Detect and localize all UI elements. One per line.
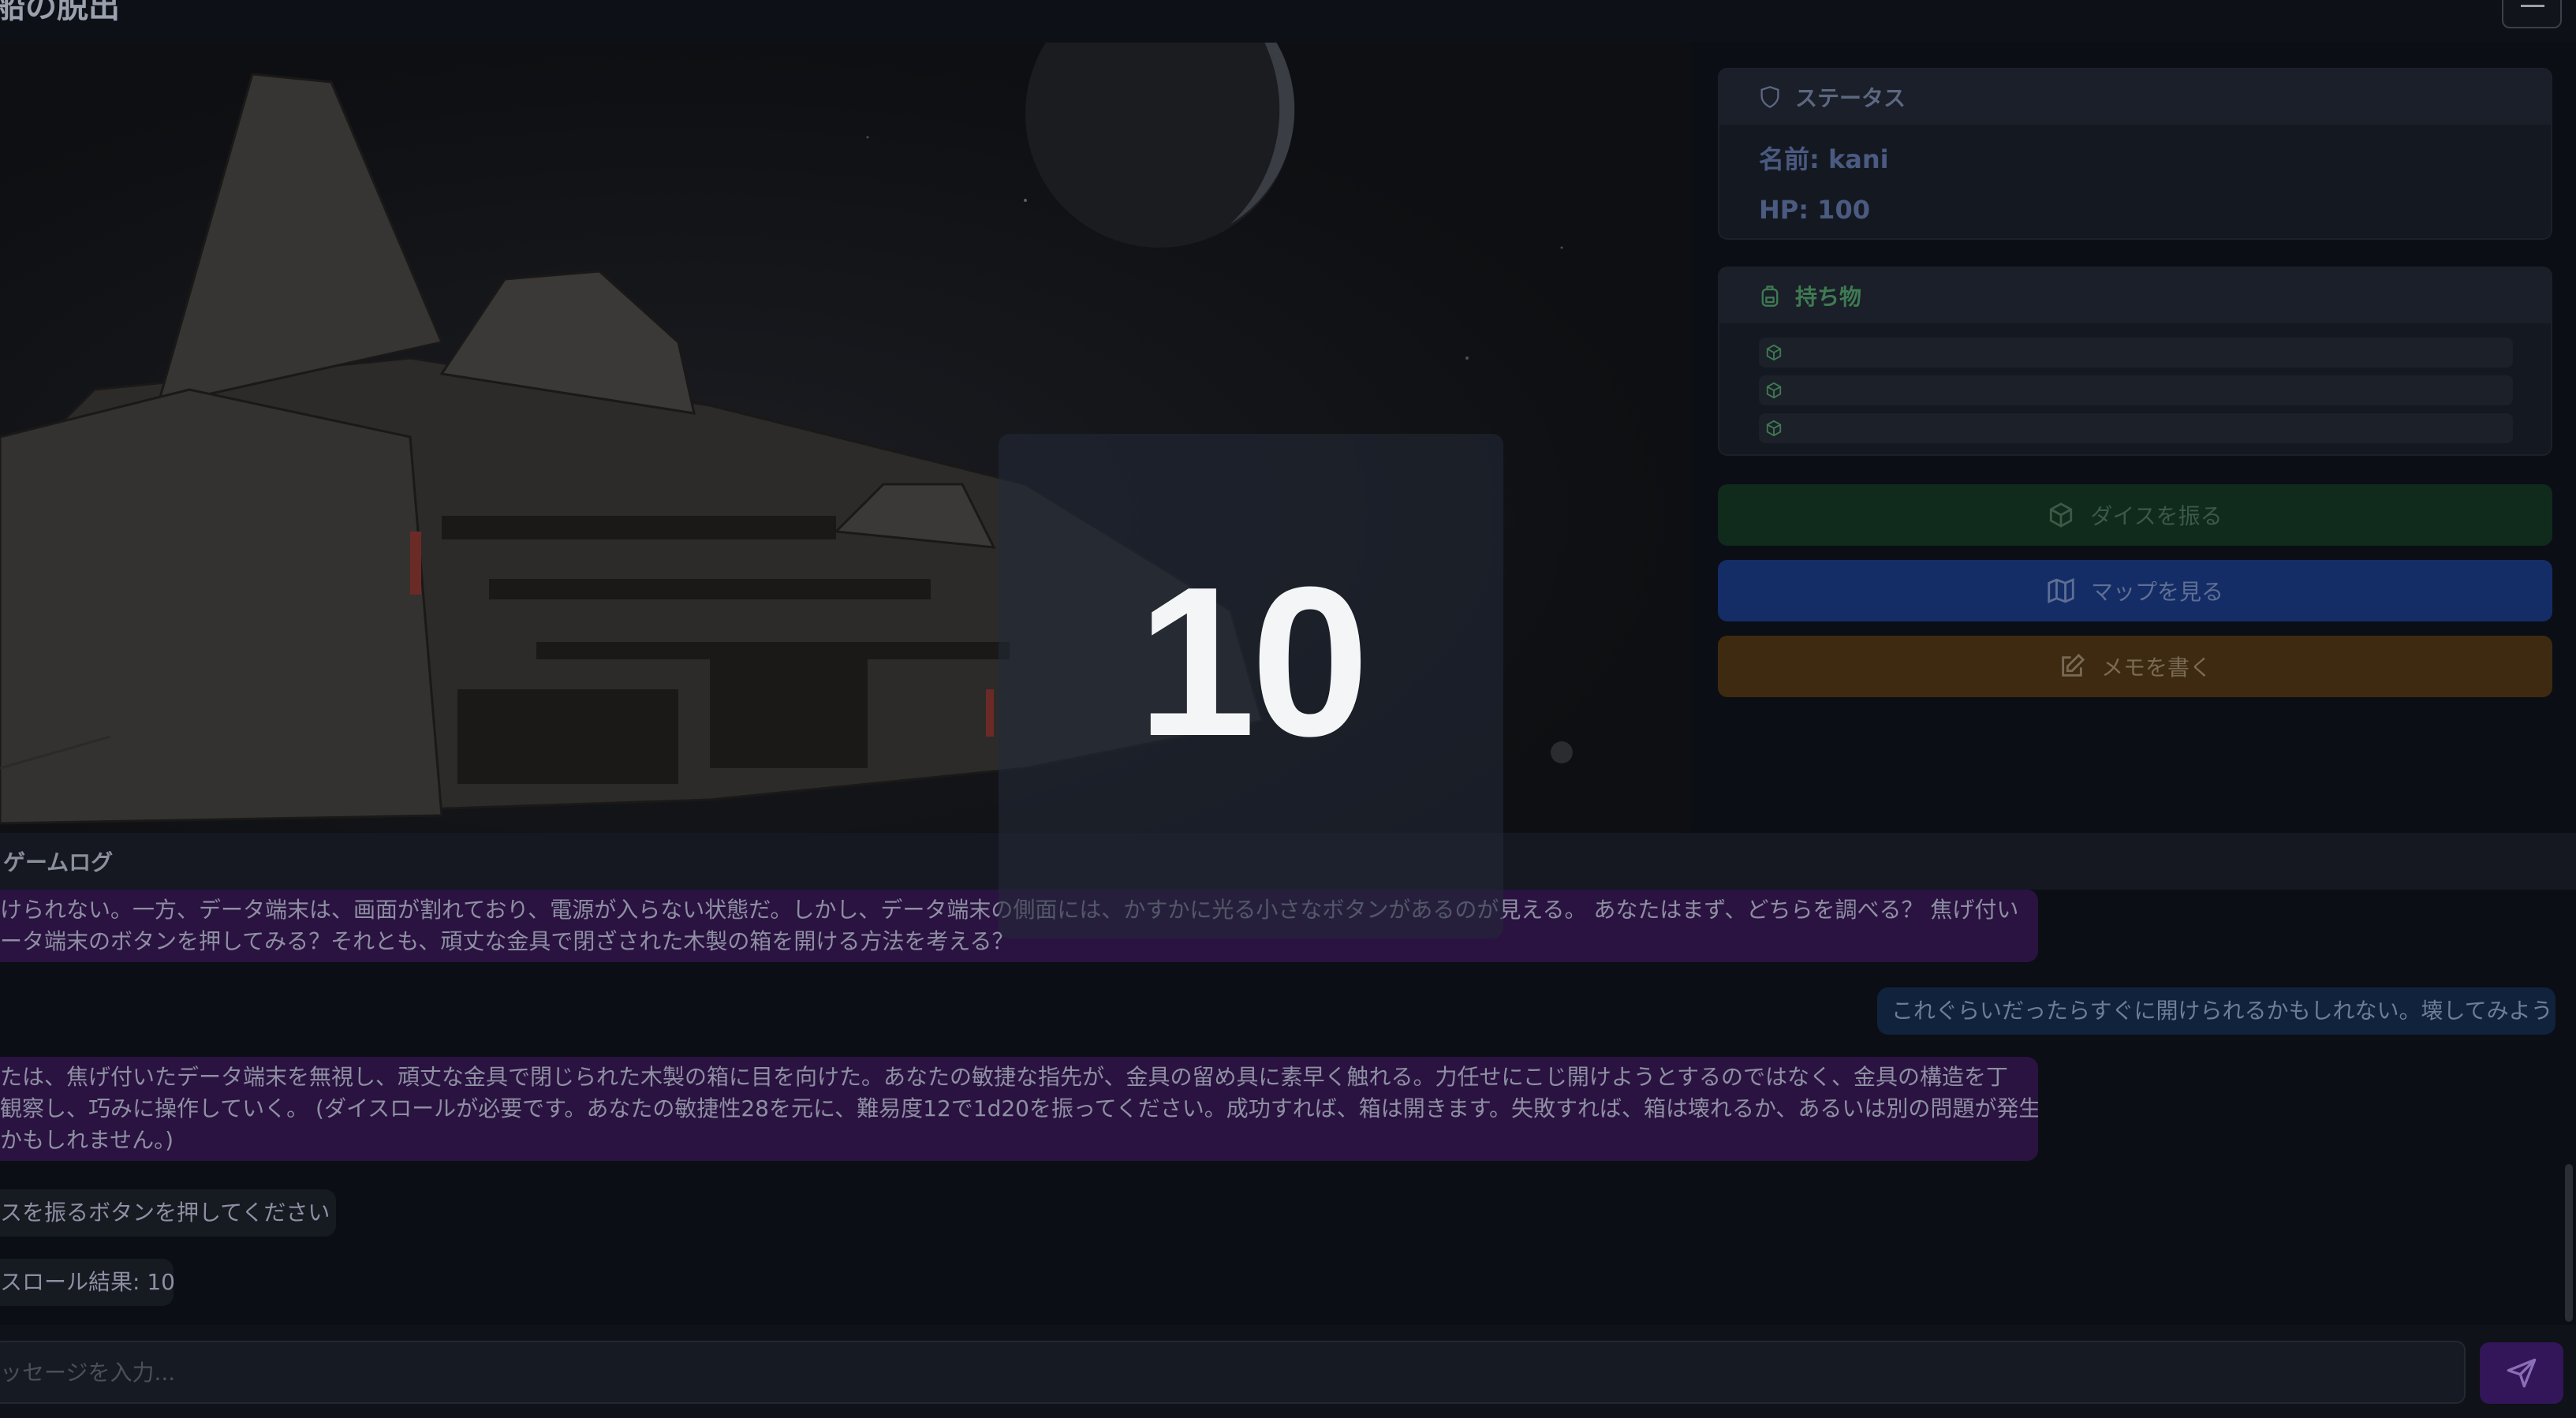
view-map-button[interactable]: マップを見る xyxy=(1718,560,2552,621)
box-icon xyxy=(1766,382,1782,399)
roll-dice-label: ダイスを振る xyxy=(2090,503,2223,529)
inventory-item[interactable] xyxy=(1759,338,2513,368)
write-memo-label: メモを書く xyxy=(2100,655,2212,681)
message-text: これぐらいだったらすぐに開けられるかもしれない。壊してみよう xyxy=(1891,998,2553,1024)
dice-icon xyxy=(2050,502,2073,528)
log-scrollbar[interactable] xyxy=(2565,1164,2573,1322)
game-log[interactable]: けられない。一方、データ端末は、画面が割れており、電源が入らない状態だ。しかし、… xyxy=(0,890,2576,1325)
send-icon xyxy=(2507,1358,2537,1388)
status-card: ステータス 名前: kani HP: 100 xyxy=(1718,68,2552,240)
user-message: これぐらいだったらすぐに開けられるかもしれない。壊してみよう xyxy=(1877,987,2555,1035)
inventory-card: 持ち物 xyxy=(1718,267,2552,456)
player-name: 名前: kani xyxy=(1759,144,1889,174)
edit-icon xyxy=(2062,653,2085,677)
map-icon xyxy=(2048,578,2074,603)
game-title: 船の脱出 xyxy=(0,0,120,25)
inventory-item[interactable] xyxy=(1759,413,2513,443)
dice-result-value: 10 xyxy=(1137,543,1369,781)
inventory-item[interactable] xyxy=(1759,375,2513,405)
menu-button[interactable] xyxy=(2502,0,2562,28)
ai-message: たは、焦げ付いたデータ端末を無視し、頑丈な金具で閉じられた木製の箱に目を向けた。… xyxy=(0,1057,2038,1161)
status-card-header: ステータス xyxy=(1719,69,2551,125)
dice-result-overlay: 10 xyxy=(999,434,1503,938)
header: 船の脱出 xyxy=(0,0,2576,43)
menu-icon xyxy=(2521,5,2544,7)
message-line: かもしれません。) xyxy=(0,1127,174,1153)
game-log-heading: ゲームログ xyxy=(3,849,114,875)
roll-dice-button[interactable]: ダイスを振る xyxy=(1718,484,2552,546)
write-memo-button[interactable]: メモを書く xyxy=(1718,636,2552,697)
inventory-card-header: 持ち物 xyxy=(1719,268,2551,323)
shield-icon xyxy=(1760,86,1779,108)
message-text: スを振るボタンを押してください xyxy=(0,1200,330,1226)
inventory-heading: 持ち物 xyxy=(1795,284,1862,310)
message-line: たは、焦げ付いたデータ端末を無視し、頑丈な金具で閉じられた木製の箱に目を向けた。… xyxy=(0,1064,2009,1090)
send-button[interactable] xyxy=(2480,1342,2563,1404)
message-line: 観察し、巧みに操作していく。 (ダイスロールが必要です。あなたの敏捷性28を元に… xyxy=(0,1095,2038,1121)
player-hp: HP: 100 xyxy=(1759,195,1870,225)
system-message: スを振るボタンを押してください xyxy=(0,1189,336,1237)
box-icon xyxy=(1766,420,1782,437)
view-map-label: マップを見る xyxy=(2090,579,2223,605)
status-heading: ステータス xyxy=(1795,85,1906,111)
box-icon xyxy=(1766,344,1782,361)
message-input[interactable] xyxy=(0,1341,2466,1404)
system-message: スロール結果: 10 xyxy=(0,1259,174,1306)
message-text: スロール結果: 10 xyxy=(0,1269,174,1295)
input-area xyxy=(0,1325,2576,1418)
backpack-icon xyxy=(1761,285,1779,307)
